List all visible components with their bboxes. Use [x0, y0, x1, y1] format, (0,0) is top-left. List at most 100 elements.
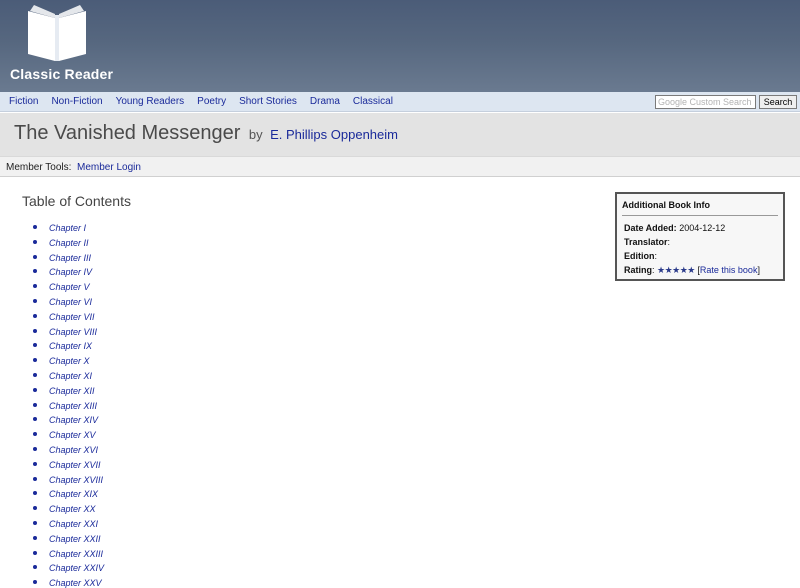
author-link[interactable]: E. Phillips Oppenheim	[270, 127, 398, 142]
chapter-list-item: Chapter XVII	[33, 457, 104, 472]
chapter-list-item: Chapter XX	[33, 501, 104, 516]
bullet-icon	[33, 284, 37, 289]
date-added-label: Date Added:	[624, 223, 677, 233]
chapter-list-item: Chapter II	[33, 235, 104, 250]
bullet-icon	[33, 535, 37, 540]
chapter-list-item: Chapter IX	[33, 338, 104, 353]
rate-bracket-close: ]	[757, 265, 760, 275]
chapter-link[interactable]: Chapter XIII	[49, 401, 97, 411]
chapter-link[interactable]: Chapter IV	[49, 267, 92, 277]
chapter-list-item: Chapter XIII	[33, 398, 104, 413]
bullet-icon	[33, 417, 37, 422]
book-title-bar: The Vanished Messenger by E. Phillips Op…	[0, 113, 800, 156]
book-title: The Vanished Messenger by E. Phillips Op…	[14, 122, 398, 145]
chapter-link[interactable]: Chapter XXIV	[49, 563, 104, 573]
chapter-link[interactable]: Chapter XXIII	[49, 549, 103, 559]
chapter-link[interactable]: Chapter VII	[49, 312, 95, 322]
nav-link-poetry[interactable]: Poetry	[197, 96, 226, 107]
bullet-icon	[33, 239, 37, 244]
open-book-icon[interactable]	[24, 3, 90, 65]
chapter-link[interactable]: Chapter XI	[49, 371, 92, 381]
chapter-link[interactable]: Chapter VI	[49, 297, 92, 307]
bullet-icon	[33, 298, 37, 303]
member-tools-bar: Member Tools: Member Login	[0, 156, 800, 177]
bullet-icon	[33, 343, 37, 348]
search-input[interactable]	[655, 95, 756, 109]
chapter-list-item: Chapter XVIII	[33, 472, 104, 487]
nav-link-non-fiction[interactable]: Non-Fiction	[51, 96, 102, 107]
chapter-link[interactable]: Chapter XVIII	[49, 475, 103, 485]
chapter-list-item: Chapter XXII	[33, 531, 104, 546]
rating-stars-icon: ★★★★★	[657, 265, 695, 275]
member-login-link[interactable]: Member Login	[77, 162, 141, 173]
chapter-list-item: Chapter XXI	[33, 516, 104, 531]
bullet-icon	[33, 269, 37, 274]
chapter-link[interactable]: Chapter I	[49, 223, 86, 233]
edition-value: :	[654, 251, 658, 261]
translator-label: Translator	[624, 237, 668, 247]
chapter-list: Chapter I Chapter II Chapter III Chapter IV…	[33, 220, 104, 588]
search-button[interactable]: Search	[759, 95, 797, 109]
chapter-link[interactable]: Chapter X	[49, 356, 90, 366]
chapter-link[interactable]: Chapter XIX	[49, 489, 98, 499]
bullet-icon	[33, 402, 37, 407]
toc-heading: Table of Contents	[22, 193, 131, 209]
nav-link-short-stories[interactable]: Short Stories	[239, 96, 297, 107]
chapter-link[interactable]: Chapter XV	[49, 430, 96, 440]
edition-label: Edition	[624, 251, 655, 261]
chapter-link[interactable]: Chapter VIII	[49, 327, 97, 337]
nav-link-young-readers[interactable]: Young Readers	[116, 96, 185, 107]
rate-book-link[interactable]: Rate this book	[700, 265, 758, 275]
site-logo-text[interactable]: Classic Reader	[10, 66, 113, 82]
edition-row: Edition:	[624, 251, 657, 261]
chapter-link[interactable]: Chapter XX	[49, 504, 96, 514]
bullet-icon	[33, 254, 37, 259]
chapter-list-item: Chapter XVI	[33, 442, 104, 457]
rating-row: Rating: ★★★★★ [Rate this book]	[624, 265, 760, 276]
rating-separator: :	[652, 265, 655, 275]
bullet-icon	[33, 358, 37, 363]
bullet-icon	[33, 446, 37, 451]
nav-link-drama[interactable]: Drama	[310, 96, 340, 107]
chapter-link[interactable]: Chapter V	[49, 282, 90, 292]
chapter-list-item: Chapter XXIII	[33, 546, 104, 561]
chapter-list-item: Chapter XXIV	[33, 560, 104, 575]
bullet-icon	[33, 476, 37, 481]
chapter-link[interactable]: Chapter XIV	[49, 415, 98, 425]
bullet-icon	[33, 520, 37, 525]
nav-link-fiction[interactable]: Fiction	[9, 96, 38, 107]
chapter-link[interactable]: Chapter IX	[49, 341, 92, 351]
chapter-link[interactable]: Chapter XXII	[49, 534, 101, 544]
chapter-link[interactable]: Chapter XXV	[49, 578, 102, 588]
chapter-link[interactable]: Chapter XVI	[49, 445, 98, 455]
category-nav: Fiction Non-Fiction Young Readers Poetry Sho…	[0, 92, 800, 112]
chapter-list-item: Chapter VIII	[33, 324, 104, 339]
chapter-list-item: Chapter V	[33, 279, 104, 294]
chapter-link[interactable]: Chapter III	[49, 253, 91, 263]
bullet-icon	[33, 328, 37, 333]
chapter-list-item: Chapter XII	[33, 383, 104, 398]
info-divider	[622, 215, 778, 216]
chapter-link[interactable]: Chapter XVII	[49, 460, 101, 470]
info-heading: Additional Book Info	[622, 200, 710, 210]
chapter-list-item: Chapter XI	[33, 368, 104, 383]
by-label: by	[248, 127, 263, 142]
chapter-link[interactable]: Chapter XII	[49, 386, 95, 396]
bullet-icon	[33, 372, 37, 377]
bullet-icon	[33, 550, 37, 555]
bullet-icon	[33, 432, 37, 437]
translator-value: :	[667, 237, 671, 247]
bullet-icon	[33, 580, 37, 585]
bullet-icon	[33, 506, 37, 511]
nav-links: Fiction Non-Fiction Young Readers Poetry Sho…	[9, 96, 406, 107]
chapter-link[interactable]: Chapter XXI	[49, 519, 98, 529]
chapter-link[interactable]: Chapter II	[49, 238, 89, 248]
chapter-list-item: Chapter XXV	[33, 575, 104, 588]
chapter-list-item: Chapter XV	[33, 427, 104, 442]
chapter-list-item: Chapter I	[33, 220, 104, 235]
chapter-list-item: Chapter VI	[33, 294, 104, 309]
rating-label: Rating	[624, 265, 652, 275]
chapter-list-item: Chapter IV	[33, 264, 104, 279]
nav-link-classical[interactable]: Classical	[353, 96, 393, 107]
chapter-list-item: Chapter XIX	[33, 486, 104, 501]
